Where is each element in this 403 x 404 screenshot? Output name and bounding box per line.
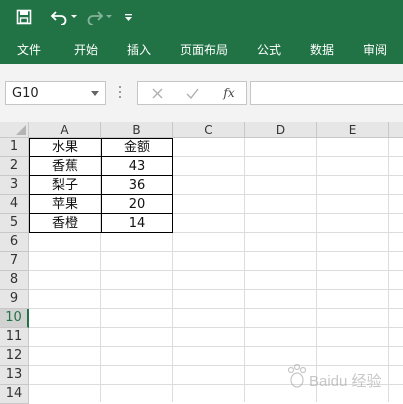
- column-header-c[interactable]: C: [173, 122, 245, 138]
- quick-access-toolbar: [0, 0, 403, 34]
- gridline: [29, 251, 403, 252]
- table-border: [101, 138, 102, 233]
- gridline: [29, 346, 403, 347]
- cell-b5[interactable]: 14: [101, 214, 173, 233]
- undo-icon[interactable]: [48, 0, 70, 34]
- tab-review[interactable]: 审阅: [363, 40, 387, 60]
- row-header-10[interactable]: 10: [0, 309, 29, 328]
- row-header-9[interactable]: 9: [0, 290, 29, 309]
- cell-a3[interactable]: 梨子: [29, 176, 101, 195]
- cell-a1[interactable]: 水果: [29, 138, 101, 157]
- gridline: [29, 308, 403, 309]
- row-header-5[interactable]: 5: [0, 214, 29, 233]
- insert-function-button[interactable]: fx: [218, 82, 240, 104]
- cell-a2[interactable]: 香蕉: [29, 157, 101, 176]
- row-header-8[interactable]: 8: [0, 271, 29, 290]
- tab-data[interactable]: 数据: [310, 40, 334, 60]
- name-box-value: G10: [12, 86, 39, 101]
- cell-b2[interactable]: 43: [101, 157, 173, 176]
- svg-text:Baidu 经验: Baidu 经验: [309, 373, 382, 390]
- row-header-1[interactable]: 1: [0, 138, 29, 157]
- row-header-4[interactable]: 4: [0, 195, 29, 214]
- redo-dropdown-icon[interactable]: [104, 0, 114, 34]
- name-box[interactable]: G10: [5, 81, 106, 105]
- customize-icon[interactable]: [121, 0, 135, 34]
- column-header-f[interactable]: [389, 122, 403, 138]
- formula-input[interactable]: [250, 81, 403, 105]
- row-header-13[interactable]: 13: [0, 366, 29, 385]
- column-header-b[interactable]: B: [101, 122, 173, 138]
- baidu-jingyan-watermark: Baidu 经验: [283, 356, 401, 396]
- row-header-3[interactable]: 3: [0, 176, 29, 195]
- cell-b4[interactable]: 20: [101, 195, 173, 214]
- column-header-a[interactable]: A: [29, 122, 101, 138]
- gridline: [29, 289, 403, 290]
- name-box-dropdown-icon[interactable]: [91, 91, 99, 96]
- tab-file[interactable]: 文件: [17, 40, 41, 60]
- table-border: [29, 156, 173, 157]
- row-header-12[interactable]: 12: [0, 347, 29, 366]
- table-border: [29, 194, 173, 195]
- tab-home[interactable]: 开始: [74, 40, 98, 60]
- formula-bar-grip-icon[interactable]: [119, 86, 122, 100]
- cell-a5[interactable]: 香橙: [29, 214, 101, 233]
- formula-buttons: fx: [137, 81, 247, 105]
- table-border: [29, 175, 173, 176]
- gridline: [29, 270, 403, 271]
- row-header-2[interactable]: 2: [0, 157, 29, 176]
- save-icon[interactable]: [12, 0, 36, 34]
- undo-dropdown-icon[interactable]: [69, 0, 79, 34]
- tab-formulas[interactable]: 公式: [257, 40, 281, 60]
- cell-b3[interactable]: 36: [101, 176, 173, 195]
- select-all-corner[interactable]: [0, 122, 29, 138]
- gridline: [29, 327, 403, 328]
- row-header-6[interactable]: 6: [0, 233, 29, 252]
- table-border: [29, 213, 173, 214]
- cell-a4[interactable]: 苹果: [29, 195, 101, 214]
- tab-insert[interactable]: 插入: [127, 40, 151, 60]
- row-header-11[interactable]: 11: [0, 328, 29, 347]
- ribbon-tabs: 文件 开始 插入 页面布局 公式 数据 审阅: [0, 34, 403, 64]
- column-header-e[interactable]: E: [317, 122, 389, 138]
- row-header-14[interactable]: 14: [0, 385, 29, 404]
- row-header-7[interactable]: 7: [0, 252, 29, 271]
- cancel-icon[interactable]: [146, 82, 168, 104]
- formula-bar: G10 fx: [0, 64, 403, 122]
- cell-b1[interactable]: 金额: [101, 138, 173, 157]
- tab-page-layout[interactable]: 页面布局: [180, 40, 228, 60]
- enter-icon[interactable]: [181, 82, 203, 104]
- redo-icon[interactable]: [84, 0, 106, 34]
- column-header-d[interactable]: D: [245, 122, 317, 138]
